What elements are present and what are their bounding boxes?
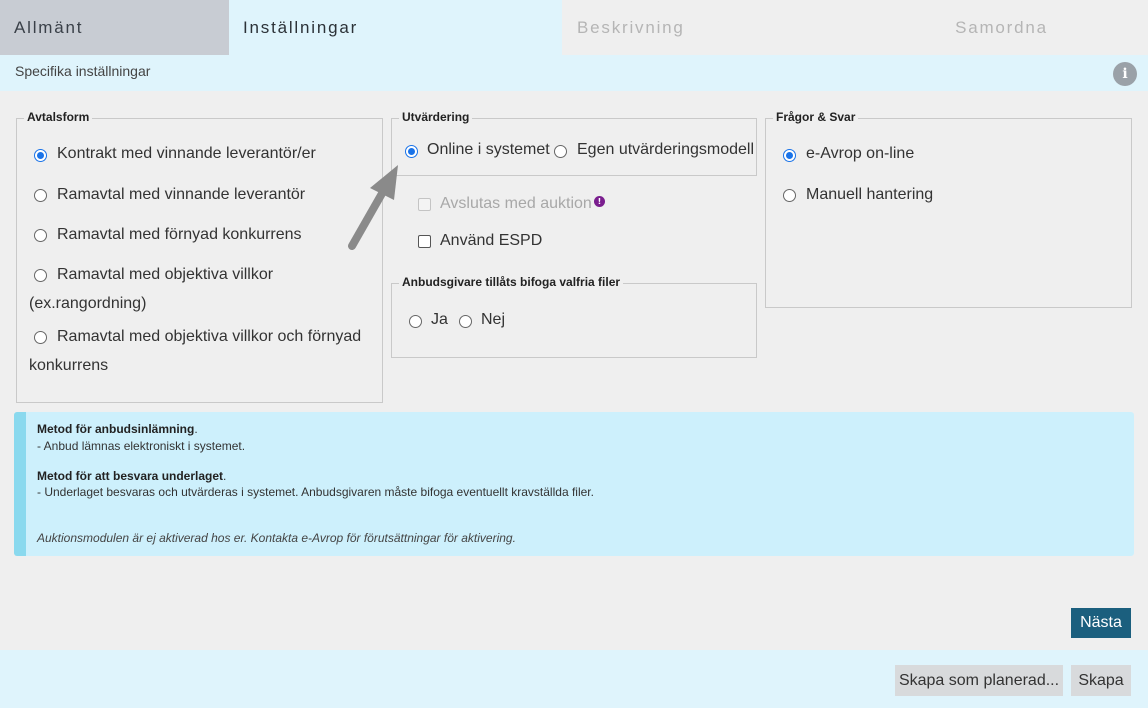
checkbox-auktion[interactable] <box>418 198 431 211</box>
info-text-2: - Underlaget besvaras och utvärderas i s… <box>37 485 594 499</box>
option-ramavtal-vinnande-label: Ramavtal med vinnande leverantör <box>57 186 306 203</box>
info-heading-1: Metod för anbudsinlämning. <box>37 422 198 436</box>
info-box: Metod för anbudsinlämning. - Anbud lämna… <box>14 412 1134 556</box>
radio-egen-modell[interactable] <box>554 145 567 158</box>
radio-ramavtal-vinnande[interactable] <box>34 189 47 202</box>
radio-online[interactable] <box>405 145 418 158</box>
info-badge-icon[interactable]: ! <box>594 196 605 207</box>
option-manuell-label: Manuell hantering <box>806 186 934 203</box>
option-kontrakt-label: Kontrakt med vinnande leverantör/er <box>57 145 316 162</box>
next-button[interactable]: Nästa <box>1071 608 1131 638</box>
section-title: Specifika inställningar <box>15 63 151 79</box>
option-egen-modell-label: Egen utvärderingsmodell <box>577 141 754 158</box>
option-espd-label: Använd ESPD <box>440 232 543 249</box>
option-nej-label: Nej <box>481 311 506 328</box>
option-ramavtal-objektiva-fornyad-label: Ramavtal med objektiva villkor och förny… <box>57 328 362 345</box>
radio-eavrop-online[interactable] <box>783 149 796 162</box>
option-ramavtal-objektiva-label-cont: (ex.rangordning) <box>29 295 147 312</box>
radio-ramavtal-objektiva[interactable] <box>34 269 47 282</box>
section-header: Specifika inställningar <box>0 55 1148 91</box>
create-planned-button[interactable]: Skapa som planerad... <box>895 665 1063 696</box>
radio-nej[interactable] <box>459 315 472 328</box>
tab-installningar[interactable]: Inställningar <box>229 0 562 55</box>
option-ramavtal-fornyad-label: Ramavtal med förnyad konkurrens <box>57 226 302 243</box>
radio-ramavtal-fornyad[interactable] <box>34 229 47 242</box>
radio-ja[interactable] <box>409 315 422 328</box>
option-online-label: Online i systemet <box>427 141 550 158</box>
utvardering-legend: Utvärdering <box>399 110 473 124</box>
info-icon[interactable]: i <box>1113 62 1137 86</box>
tab-allmant[interactable]: Allmänt <box>0 0 229 55</box>
arrow-pointer-icon <box>348 165 398 250</box>
option-ramavtal-objektiva-label: Ramavtal med objektiva villkor <box>57 266 274 283</box>
option-auktion-label: Avslutas med auktion <box>440 195 592 212</box>
tab-bar: Allmänt Inställningar Beskrivning Samord… <box>0 0 1148 55</box>
option-ja-label: Ja <box>431 311 448 328</box>
option-ramavtal-objektiva-fornyad-label-cont: konkurrens <box>29 357 109 374</box>
create-button[interactable]: Skapa <box>1071 665 1131 696</box>
info-note: Auktionsmodulen är ej aktiverad hos er. … <box>37 531 516 545</box>
info-text-1: - Anbud lämnas elektroniskt i systemet. <box>37 439 246 453</box>
tab-samordna[interactable]: Samordna <box>855 0 1148 55</box>
info-heading-2: Metod för att besvara underlaget. <box>37 469 227 483</box>
option-eavrop-online-label: e-Avrop on-line <box>806 145 915 162</box>
checkbox-espd[interactable] <box>418 235 431 248</box>
radio-ramavtal-objektiva-fornyad[interactable] <box>34 331 47 344</box>
bifoga-legend: Anbudsgivare tillåts bifoga valfria file… <box>399 275 624 289</box>
radio-manuell[interactable] <box>783 189 796 202</box>
avtalsform-legend: Avtalsform <box>24 110 93 124</box>
tab-beskrivning[interactable]: Beskrivning <box>562 0 855 55</box>
radio-kontrakt[interactable] <box>34 149 47 162</box>
fragor-legend: Frågor & Svar <box>773 110 859 124</box>
